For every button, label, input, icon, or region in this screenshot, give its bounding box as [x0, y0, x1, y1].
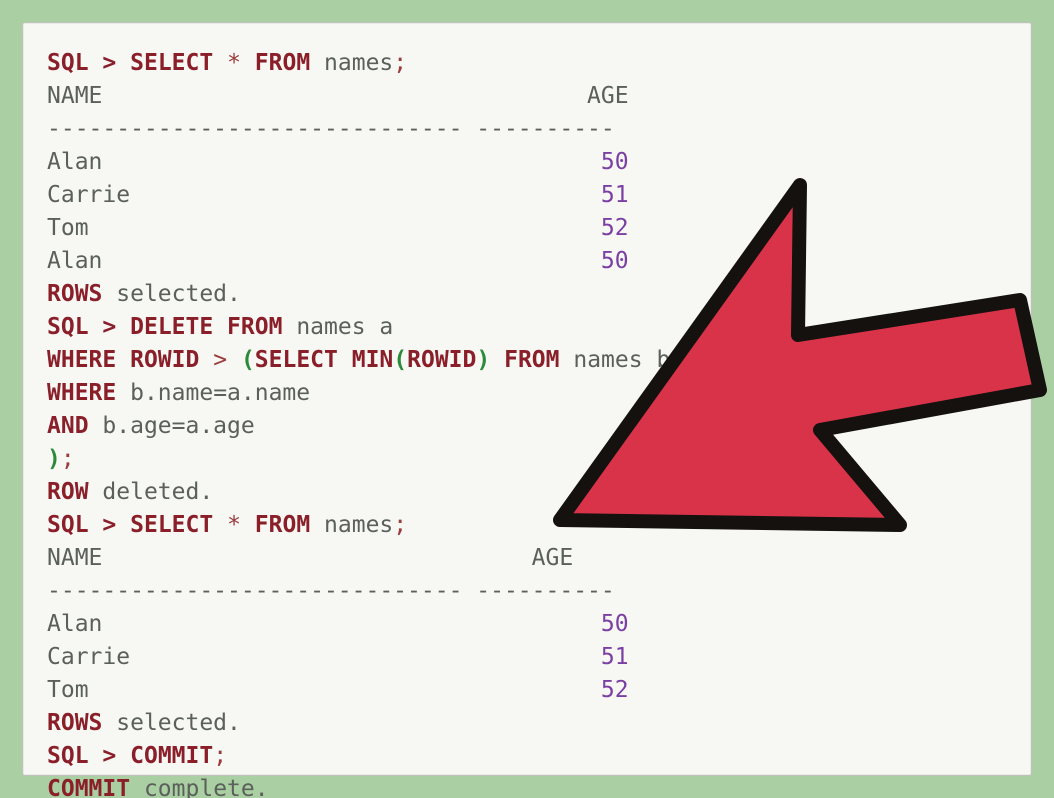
- star-2: *: [227, 512, 241, 538]
- kw-rows-2: ROWS: [47, 710, 102, 736]
- cond-bage: b.age=a.age: [102, 413, 254, 439]
- rparen-2: ): [47, 446, 61, 472]
- lparen-1: (: [241, 347, 255, 373]
- id-names-b: names b: [573, 347, 670, 373]
- row-age: 52: [601, 215, 629, 241]
- txt-complete: complete.: [144, 776, 269, 798]
- kw-from-2: FROM: [504, 347, 559, 373]
- row-name: Tom: [47, 215, 89, 241]
- kw-from-3: FROM: [255, 512, 310, 538]
- divider-1: ------------------------------ ---------…: [47, 116, 615, 142]
- semi-1: ;: [393, 50, 407, 76]
- kw-rows-1: ROWS: [47, 281, 102, 307]
- kw-rowid: ROWID: [130, 347, 199, 373]
- row-name: Alan: [47, 149, 102, 175]
- kw-select-2: SELECT: [130, 512, 213, 538]
- id-names-1: names: [324, 50, 393, 76]
- kw-from-1: FROM: [255, 50, 310, 76]
- kw-commit2: COMMIT: [47, 776, 130, 798]
- divider-2: ------------------------------ ---------…: [47, 578, 615, 604]
- col-age-2: AGE: [532, 545, 574, 571]
- row-name: Alan: [47, 611, 102, 637]
- prompt-gt: >: [102, 512, 116, 538]
- col-name-2: NAME: [47, 545, 102, 571]
- prompt-gt: >: [102, 743, 116, 769]
- lparen-2: (: [393, 347, 407, 373]
- row-age: 50: [601, 149, 629, 175]
- row-name: Tom: [47, 677, 89, 703]
- rparen-1: ): [476, 347, 490, 373]
- op-gt: >: [213, 347, 227, 373]
- semi-2: ;: [61, 446, 75, 472]
- sql-prompt: SQL: [47, 50, 89, 76]
- kw-delete: DELETE FROM: [130, 314, 282, 340]
- row-age: 50: [601, 248, 629, 274]
- txt-deleted: deleted.: [102, 479, 213, 505]
- txt-selected-2: selected.: [116, 710, 241, 736]
- sql-prompt: SQL: [47, 743, 89, 769]
- prompt-gt: >: [102, 314, 116, 340]
- terminal-panel: SQL > SELECT * FROM names; NAME AGE ----…: [22, 22, 1032, 776]
- row-name: Carrie: [47, 182, 130, 208]
- kw-row: ROW: [47, 479, 89, 505]
- semi-4: ;: [213, 743, 227, 769]
- row-name: Carrie: [47, 644, 130, 670]
- row-age: 51: [601, 182, 629, 208]
- min-arg: ROWID: [407, 347, 476, 373]
- id-names-a: names a: [296, 314, 393, 340]
- row-age: 51: [601, 644, 629, 670]
- kw-select-min: SELECT MIN: [255, 347, 393, 373]
- sql-prompt: SQL: [47, 314, 89, 340]
- prompt-gt: >: [102, 50, 116, 76]
- col-age-1: AGE: [587, 83, 629, 109]
- semi-3: ;: [393, 512, 407, 538]
- kw-commit: COMMIT: [130, 743, 213, 769]
- sql-prompt: SQL: [47, 512, 89, 538]
- row-age: 52: [601, 677, 629, 703]
- kw-where-1: WHERE: [47, 347, 116, 373]
- col-name-1: NAME: [47, 83, 102, 109]
- row-name: Alan: [47, 248, 102, 274]
- row-age: 50: [601, 611, 629, 637]
- txt-selected-1: selected.: [116, 281, 241, 307]
- cond-bname: b.name=a.name: [130, 380, 310, 406]
- sql-output: SQL > SELECT * FROM names; NAME AGE ----…: [47, 47, 1007, 798]
- kw-select-1: SELECT: [130, 50, 213, 76]
- kw-where-2: WHERE: [47, 380, 116, 406]
- kw-and: AND: [47, 413, 89, 439]
- star-1: *: [227, 50, 241, 76]
- id-names-2: names: [324, 512, 393, 538]
